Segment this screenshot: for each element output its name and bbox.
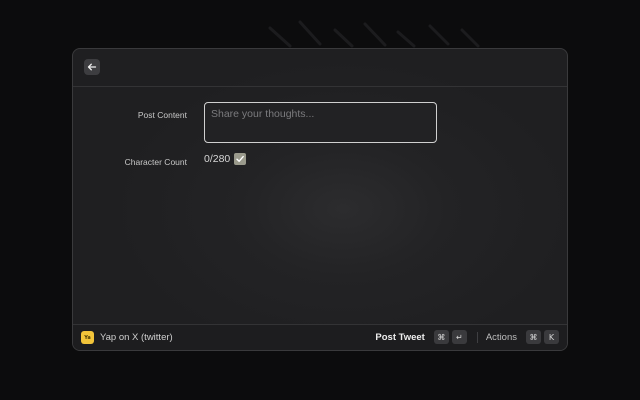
actions-button[interactable]: Actions xyxy=(486,332,517,343)
post-content-input[interactable] xyxy=(204,102,437,143)
command-key-icon: ⌘ xyxy=(526,330,541,344)
k-key-icon: K xyxy=(544,330,559,344)
action-bar: Ya Yap on X (twitter) Post Tweet ⌘ ↵ Act… xyxy=(73,324,567,350)
extension-window: Post Content Character Count 0/280 Ya Ya… xyxy=(72,48,568,351)
footer-actions: Post Tweet ⌘ ↵ Actions ⌘ K xyxy=(375,329,559,345)
arrow-left-icon xyxy=(87,63,97,71)
post-tweet-button[interactable]: Post Tweet xyxy=(375,332,424,343)
character-count-value: 0/280 xyxy=(204,153,231,165)
character-count-label: Character Count xyxy=(124,157,187,167)
back-button[interactable] xyxy=(84,59,100,75)
window-header xyxy=(73,49,567,87)
app-name: Yap on X (twitter) xyxy=(100,332,173,343)
post-content-label: Post Content xyxy=(137,110,187,120)
enter-key-icon: ↵ xyxy=(451,330,467,344)
character-count: 0/280 xyxy=(204,153,247,165)
checkbox-checked-icon xyxy=(234,153,247,165)
app-icon: Ya xyxy=(81,331,94,344)
command-key-icon: ⌘ xyxy=(433,330,449,344)
divider xyxy=(476,331,478,343)
